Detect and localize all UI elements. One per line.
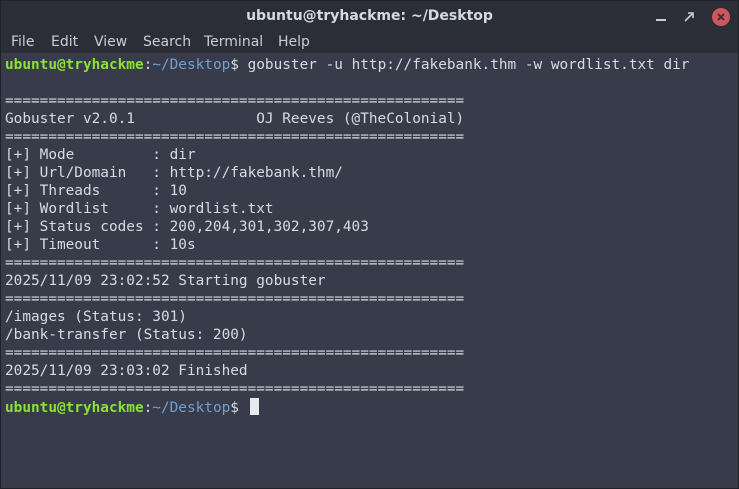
- prompt-user: ubuntu@tryhackme: [5, 57, 144, 73]
- prompt-symbol: $: [230, 400, 248, 416]
- config-wordlist: [+] Wordlist : wordlist.txt: [5, 201, 274, 217]
- separator-line: ========================================…: [5, 345, 465, 361]
- separator-line: ========================================…: [5, 381, 465, 397]
- config-status-codes: [+] Status codes : 200,204,301,302,307,4…: [5, 219, 369, 235]
- prompt-symbol: $: [230, 57, 248, 73]
- title-bar[interactable]: ubuntu@tryhackme: ~/Desktop: [1, 1, 738, 33]
- window-title: ubuntu@tryhackme: ~/Desktop: [246, 8, 493, 24]
- minimize-icon[interactable]: [652, 8, 670, 26]
- prompt-path: ~/Desktop: [152, 57, 231, 73]
- banner-title: Gobuster v2.0.1 OJ Reeves (@TheColonial): [5, 111, 465, 127]
- separator-line: ========================================…: [5, 129, 465, 145]
- config-threads: [+] Threads : 10: [5, 183, 187, 199]
- result-line: /bank-transfer (Status: 200): [5, 327, 248, 343]
- config-timeout: [+] Timeout : 10s: [5, 237, 196, 253]
- result-line: /images (Status: 301): [5, 309, 187, 325]
- menu-help[interactable]: Help: [278, 33, 310, 51]
- menu-file[interactable]: File: [11, 33, 34, 51]
- terminal-output[interactable]: ubuntu@tryhackme:~/Desktop$ gobuster -u …: [1, 53, 738, 488]
- menu-search[interactable]: Search: [143, 33, 191, 51]
- prompt-line[interactable]: ubuntu@tryhackme:~/Desktop$: [5, 398, 259, 416]
- start-line: 2025/11/09 23:02:52 Starting gobuster: [5, 273, 326, 289]
- typed-command: gobuster -u http://fakebank.thm -w wordl…: [247, 57, 690, 73]
- close-icon[interactable]: [712, 8, 730, 26]
- text-cursor: [249, 398, 259, 415]
- menu-bar: File Edit View Search Terminal Help: [1, 33, 738, 53]
- menu-edit[interactable]: Edit: [51, 33, 78, 51]
- menu-view[interactable]: View: [94, 33, 127, 51]
- command-line: ubuntu@tryhackme:~/Desktop$ gobuster -u …: [5, 56, 689, 74]
- prompt-user: ubuntu@tryhackme: [5, 400, 144, 416]
- terminal-window: ubuntu@tryhackme: ~/Desktop File Edit Vi…: [0, 0, 739, 489]
- maximize-icon[interactable]: [680, 8, 698, 26]
- separator-line: ========================================…: [5, 291, 465, 307]
- prompt-separator: :: [143, 400, 153, 416]
- separator-line: ========================================…: [5, 255, 465, 271]
- config-mode: [+] Mode : dir: [5, 147, 196, 163]
- prompt-separator: :: [143, 57, 153, 73]
- prompt-path: ~/Desktop: [152, 400, 231, 416]
- menu-terminal[interactable]: Terminal: [204, 33, 263, 51]
- separator-line: ========================================…: [5, 93, 465, 109]
- config-url: [+] Url/Domain : http://fakebank.thm/: [5, 165, 343, 181]
- finish-line: 2025/11/09 23:03:02 Finished: [5, 363, 248, 379]
